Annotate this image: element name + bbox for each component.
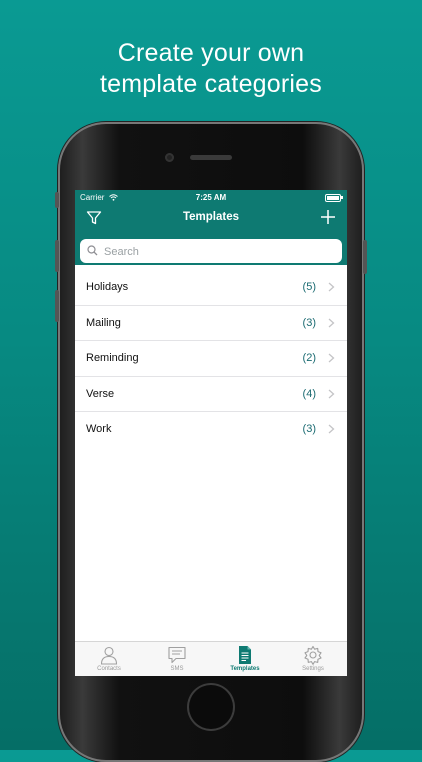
home-button[interactable]: [189, 685, 233, 729]
category-list: Holidays (5) Mailing (3) Reminding (2) V…: [75, 270, 347, 447]
status-time: 7:25 AM: [195, 193, 227, 202]
person-icon: [100, 646, 118, 665]
volume-up-button: [55, 240, 59, 272]
top-bar: Carrier 7:25 AM Templates: [75, 190, 347, 265]
headline-line-1: Create your own: [117, 39, 305, 67]
navigation-bar: Templates: [75, 204, 347, 234]
category-row-reminding[interactable]: Reminding (2): [75, 341, 347, 377]
category-count: (2): [302, 352, 316, 364]
promo-headline: Create your own template categories: [0, 38, 422, 100]
chevron-right-icon: [328, 282, 335, 292]
mute-switch: [55, 192, 59, 208]
category-name: Holidays: [86, 281, 129, 293]
category-row-mailing[interactable]: Mailing (3): [75, 306, 347, 341]
category-count: (3): [302, 316, 316, 329]
category-name: Mailing: [86, 316, 121, 329]
category-row-verse[interactable]: Verse (4): [75, 377, 347, 412]
category-row-holidays[interactable]: Holidays (5): [75, 270, 347, 306]
headline-line-2: template categories: [100, 70, 322, 98]
tab-label: Templates: [230, 666, 260, 672]
status-bar: Carrier 7:25 AM: [75, 190, 347, 204]
tab-contacts[interactable]: Contacts: [75, 642, 143, 676]
category-row-work[interactable]: Work (3): [75, 412, 347, 447]
chevron-right-icon: [328, 353, 335, 363]
tab-sms[interactable]: SMS: [143, 642, 211, 676]
chevron-right-icon: [328, 318, 335, 327]
category-count: (4): [302, 387, 316, 400]
tab-templates[interactable]: Templates: [211, 642, 279, 676]
search-input[interactable]: [102, 242, 336, 262]
tab-label: SMS: [170, 666, 184, 672]
search-bar[interactable]: [80, 239, 342, 263]
chevron-right-icon: [328, 389, 335, 398]
battery-icon: [325, 194, 343, 202]
category-count: (3): [302, 423, 316, 435]
category-name: Work: [86, 423, 112, 435]
speech-bubble-icon: [168, 646, 186, 664]
page-title: Templates: [182, 211, 240, 223]
tab-settings[interactable]: Settings: [279, 642, 347, 676]
power-button: [363, 240, 367, 274]
category-count: (5): [302, 281, 316, 293]
volume-down-button: [55, 290, 59, 322]
app-screen: Carrier 7:25 AM Templates Search Holiday…: [75, 190, 347, 676]
tab-label: Settings: [302, 666, 324, 672]
search-icon: [87, 245, 98, 256]
category-name: Verse: [86, 387, 115, 400]
earpiece-speaker: [190, 155, 232, 160]
plus-icon[interactable]: [320, 209, 336, 225]
front-camera: [165, 153, 174, 162]
tab-label: Contacts: [97, 666, 121, 672]
tab-bar: Contacts SMS Templates Settings: [75, 641, 347, 676]
category-name: Reminding: [86, 352, 139, 364]
chevron-right-icon: [328, 424, 335, 434]
gear-icon: [304, 645, 322, 665]
document-icon: [239, 646, 251, 664]
